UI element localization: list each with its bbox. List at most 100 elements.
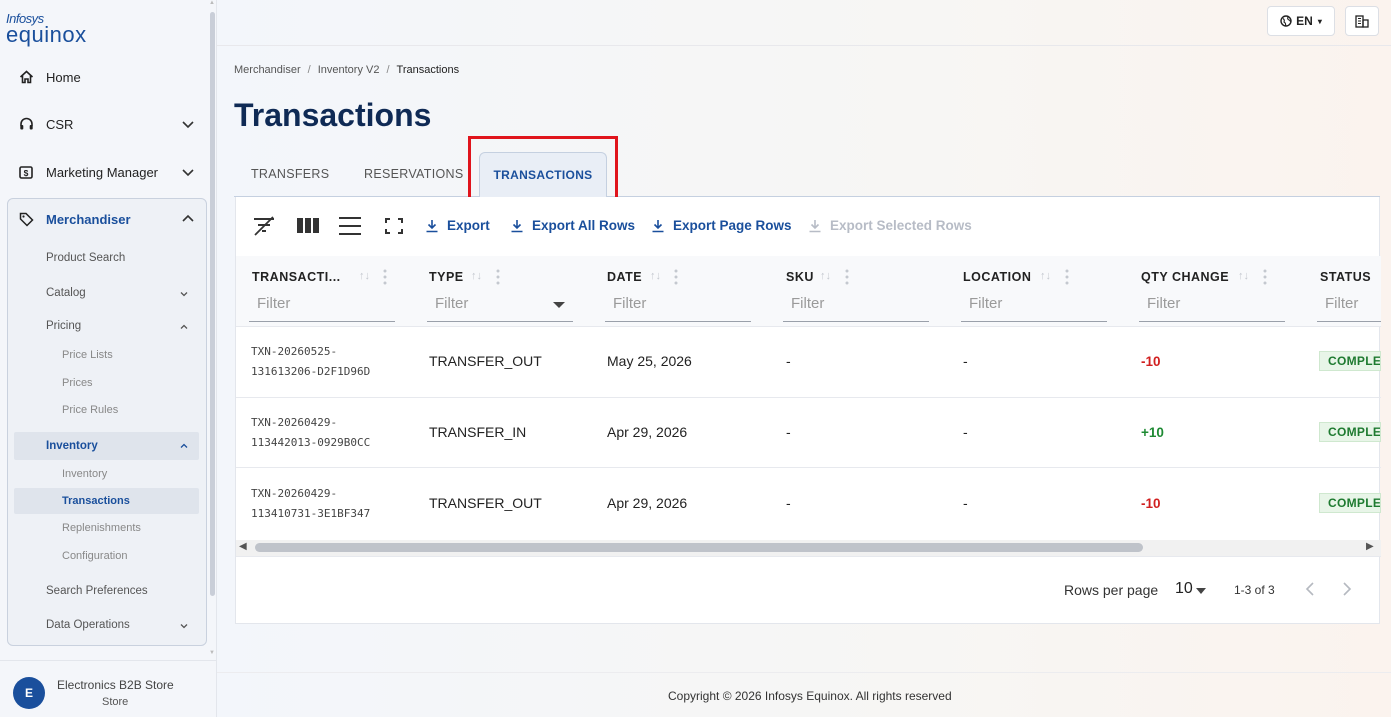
sidebar-scroll-up[interactable]: ▲ bbox=[209, 0, 215, 6]
chevron-down-icon[interactable] bbox=[180, 116, 196, 132]
sidebar-item-inventory[interactable]: Inventory bbox=[46, 440, 98, 452]
qty-cell: +10 bbox=[1141, 425, 1164, 440]
export-selected-label: Export Selected Rows bbox=[830, 218, 972, 233]
status-badge: COMPLETED bbox=[1319, 493, 1381, 513]
sort-icon[interactable]: ↑↓ bbox=[1040, 270, 1051, 282]
date-cell: Apr 29, 2026 bbox=[607, 495, 688, 511]
column-header-transaction[interactable]: TRANSACTI... bbox=[252, 270, 341, 284]
fullscreen-icon[interactable] bbox=[382, 215, 406, 237]
filter-location-input[interactable]: Filter bbox=[961, 292, 1107, 322]
filter-type-select[interactable]: Filter bbox=[427, 292, 573, 322]
column-header-date[interactable]: DATE bbox=[607, 270, 642, 284]
sort-icon[interactable]: ↑↓ bbox=[820, 270, 831, 282]
column-menu-icon[interactable] bbox=[1263, 269, 1267, 285]
sidebar-item-search-preferences[interactable]: Search Preferences bbox=[46, 585, 148, 597]
headset-icon bbox=[18, 116, 34, 132]
home-icon bbox=[18, 69, 34, 85]
highlight-box bbox=[468, 136, 618, 206]
scrollbar-thumb[interactable] bbox=[255, 543, 1143, 552]
topbar: EN ▾ bbox=[217, 0, 1391, 46]
column-header-type[interactable]: TYPE bbox=[429, 270, 464, 284]
tab-transfers[interactable]: TRANSFERS bbox=[251, 167, 329, 181]
chevron-up-icon[interactable] bbox=[180, 211, 196, 227]
sidebar-item-csr[interactable]: CSR bbox=[18, 114, 196, 134]
rows-per-page-label: Rows per page bbox=[1064, 582, 1159, 598]
chevron-up-icon[interactable] bbox=[179, 441, 189, 451]
svg-text:$: $ bbox=[24, 168, 29, 178]
sidebar-item-pricing[interactable]: Pricing bbox=[46, 320, 81, 332]
caret-down-icon: ▾ bbox=[1317, 16, 1322, 26]
column-menu-icon[interactable] bbox=[383, 269, 387, 285]
column-menu-icon[interactable] bbox=[1065, 269, 1069, 285]
type-cell: TRANSFER_OUT bbox=[429, 495, 542, 511]
export-all-rows-button[interactable]: Export All Rows bbox=[510, 218, 635, 233]
column-header-status[interactable]: STATUS bbox=[1320, 270, 1371, 284]
chevron-down-icon[interactable] bbox=[180, 164, 196, 180]
column-header-sku[interactable]: SKU bbox=[786, 270, 814, 284]
caret-down-icon[interactable] bbox=[1196, 588, 1206, 594]
brand-logo[interactable]: Infosys equinox bbox=[6, 12, 87, 46]
chevron-up-icon[interactable] bbox=[179, 322, 189, 332]
sidebar-item-replenishments[interactable]: Replenishments bbox=[62, 522, 141, 534]
sidebar-item-label: CSR bbox=[46, 116, 74, 132]
export-selected-rows-button[interactable]: Export Selected Rows bbox=[808, 218, 972, 233]
caret-down-icon[interactable] bbox=[553, 302, 565, 308]
sidebar-item-price-lists[interactable]: Price Lists bbox=[62, 349, 113, 361]
sidebar-item-home[interactable]: Home bbox=[18, 67, 196, 87]
chevron-down-icon[interactable] bbox=[179, 621, 189, 631]
scroll-left-arrow[interactable]: ◀ bbox=[239, 541, 247, 552]
filter-status-input[interactable]: Filter bbox=[1317, 292, 1381, 322]
store-type: Store bbox=[102, 696, 129, 708]
sidebar-scrollbar[interactable] bbox=[210, 12, 215, 596]
download-icon bbox=[652, 219, 664, 232]
filter-sku-input[interactable]: Filter bbox=[783, 292, 929, 322]
sidebar-item-merchandiser[interactable]: Merchandiser bbox=[18, 209, 196, 229]
breadcrumb: Merchandiser / Inventory V2 / Transactions bbox=[234, 64, 459, 76]
sidebar-scroll-down[interactable]: ▼ bbox=[209, 650, 215, 656]
columns-icon[interactable] bbox=[296, 215, 320, 237]
sort-icon[interactable]: ↑↓ bbox=[650, 270, 661, 282]
language-button[interactable]: EN ▾ bbox=[1267, 6, 1335, 36]
tab-reservations[interactable]: RESERVATIONS bbox=[364, 167, 463, 181]
merchandiser-group bbox=[7, 198, 207, 646]
clear-filter-icon[interactable] bbox=[252, 215, 276, 237]
column-header-qty-change[interactable]: QTY CHANGE bbox=[1141, 270, 1229, 284]
breadcrumb-separator: / bbox=[307, 64, 311, 76]
pagination-range: 1-3 of 3 bbox=[1234, 583, 1275, 597]
chevron-down-icon[interactable] bbox=[179, 289, 189, 299]
sidebar-item-transactions[interactable]: Transactions bbox=[62, 495, 130, 507]
filter-date-input[interactable]: Filter bbox=[605, 292, 751, 322]
chevron-right-icon[interactable] bbox=[1339, 580, 1355, 598]
sidebar-item-product-search[interactable]: Product Search bbox=[46, 252, 125, 264]
breadcrumb-inventory-v2[interactable]: Inventory V2 bbox=[318, 64, 380, 76]
sort-icon[interactable]: ↑↓ bbox=[359, 270, 370, 282]
sidebar-item-label: Merchandiser bbox=[46, 211, 131, 227]
column-menu-icon[interactable] bbox=[674, 269, 678, 285]
qty-cell: -10 bbox=[1141, 496, 1161, 511]
sidebar-item-marketing-manager[interactable]: $ Marketing Manager bbox=[18, 162, 196, 182]
sidebar-item-price-rules[interactable]: Price Rules bbox=[62, 404, 118, 416]
sku-cell: - bbox=[786, 424, 791, 440]
avatar[interactable]: E bbox=[13, 677, 45, 709]
column-menu-icon[interactable] bbox=[845, 269, 849, 285]
breadcrumb-merchandiser[interactable]: Merchandiser bbox=[234, 64, 301, 76]
sidebar-item-configuration[interactable]: Configuration bbox=[62, 550, 127, 562]
scroll-right-arrow[interactable]: ▶ bbox=[1366, 541, 1374, 552]
rows-per-page-select[interactable]: 10 bbox=[1175, 580, 1193, 598]
chevron-left-icon[interactable] bbox=[1302, 580, 1318, 598]
column-menu-icon[interactable] bbox=[496, 269, 500, 285]
sidebar-item-inventory-sub[interactable]: Inventory bbox=[62, 468, 107, 480]
export-page-rows-button[interactable]: Export Page Rows bbox=[651, 218, 792, 233]
column-header-location[interactable]: LOCATION bbox=[963, 270, 1031, 284]
building-button[interactable] bbox=[1345, 6, 1379, 36]
sidebar-item-catalog[interactable]: Catalog bbox=[46, 287, 86, 299]
filter-transaction-input[interactable]: Filter bbox=[249, 292, 395, 322]
export-button[interactable]: Export bbox=[425, 218, 490, 233]
sidebar-item-prices[interactable]: Prices bbox=[62, 377, 93, 389]
sidebar-item-data-operations[interactable]: Data Operations bbox=[46, 619, 130, 631]
sort-icon[interactable]: ↑↓ bbox=[471, 270, 482, 282]
row-divider bbox=[236, 467, 1381, 468]
filter-qty-input[interactable]: Filter bbox=[1139, 292, 1285, 322]
sort-icon[interactable]: ↑↓ bbox=[1238, 270, 1249, 282]
density-icon[interactable] bbox=[338, 215, 362, 237]
